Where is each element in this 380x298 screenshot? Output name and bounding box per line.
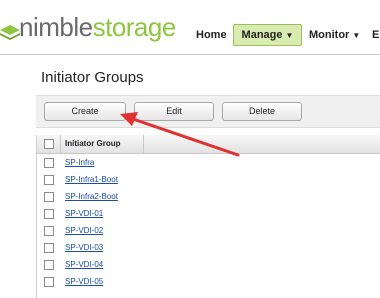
chevron-down-icon: ▼ — [285, 31, 294, 40]
initiator-group-link[interactable]: SP-VDI-04 — [65, 260, 103, 269]
nav-manage[interactable]: Manage ▼ — [233, 24, 302, 46]
brand-name-part1: nimble — [19, 12, 93, 42]
initiator-group-link[interactable]: SP-VDI-03 — [65, 243, 103, 252]
row-checkbox[interactable] — [44, 158, 54, 168]
nav-home[interactable]: Home — [196, 24, 227, 46]
delete-button[interactable]: Delete — [222, 102, 302, 121]
nav-home-label: Home — [196, 29, 227, 41]
initiator-group-link[interactable]: SP-VDI-05 — [65, 277, 103, 286]
table-header: Initiator Group — [37, 135, 380, 154]
row-checkbox[interactable] — [44, 192, 54, 202]
table-row[interactable]: SP-VDI-04 — [37, 257, 380, 274]
table-row[interactable]: SP-VDI-03 — [37, 240, 380, 257]
nav-manage-label: Manage — [241, 29, 283, 41]
brand-name-part2: storage — [92, 12, 177, 42]
initiator-group-link[interactable]: SP-Infra1-Boot — [65, 175, 118, 184]
column-divider — [60, 135, 61, 153]
page-title: Initiator Groups — [41, 69, 144, 86]
row-checkbox[interactable] — [44, 260, 54, 270]
select-all-checkbox[interactable] — [44, 139, 54, 149]
initiator-groups-table: Initiator Group SP-Infra SP-Infra1-Boot … — [36, 135, 380, 298]
edit-button[interactable]: Edit — [134, 102, 214, 121]
initiator-group-link[interactable]: SP-Infra2-Boot — [65, 192, 118, 201]
initiator-group-link[interactable]: SP-VDI-01 — [65, 209, 103, 218]
nav-monitor-label: Monitor — [309, 29, 350, 41]
row-checkbox[interactable] — [44, 243, 54, 253]
initiator-group-link[interactable]: SP-VDI-02 — [65, 226, 103, 235]
row-checkbox[interactable] — [44, 175, 54, 185]
column-header-initiator-group[interactable]: Initiator Group — [65, 139, 121, 148]
chevron-down-icon: ▼ — [352, 31, 361, 40]
table-row[interactable]: SP-VDI-01 — [37, 206, 380, 223]
table-row[interactable]: SP-Infra2-Boot — [37, 189, 380, 206]
top-navigation-bar: nimblestorage Home Manage ▼ Monitor ▼ E — [0, 0, 380, 55]
table-row[interactable]: SP-Infra — [37, 155, 380, 172]
create-button[interactable]: Create — [44, 102, 126, 121]
row-checkbox[interactable] — [44, 226, 54, 236]
nav-truncated-item[interactable]: E — [372, 24, 379, 46]
initiator-group-link[interactable]: SP-Infra — [65, 158, 94, 167]
nav-monitor[interactable]: Monitor ▼ — [309, 24, 360, 46]
table-row[interactable]: SP-VDI-02 — [37, 223, 380, 240]
brand-logo[interactable]: nimblestorage — [19, 12, 176, 43]
row-checkbox[interactable] — [44, 209, 54, 219]
nav-truncated-label: E — [372, 29, 380, 41]
action-toolbar: Create Edit Delete — [36, 95, 380, 128]
nimble-logo-icon — [0, 25, 20, 40]
table-row[interactable]: SP-VDI-05 — [37, 274, 380, 291]
table-row[interactable]: SP-Infra1-Boot — [37, 172, 380, 189]
column-divider — [143, 135, 144, 153]
row-checkbox[interactable] — [44, 277, 54, 287]
